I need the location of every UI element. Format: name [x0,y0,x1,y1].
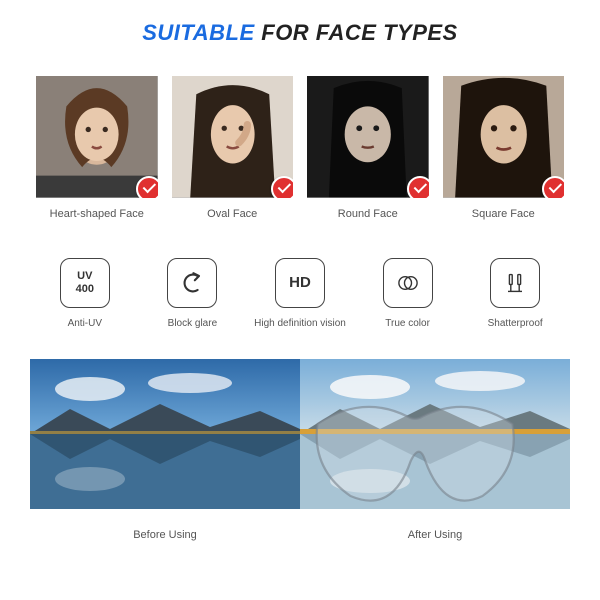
face-card-oval: Oval Face [172,76,294,220]
face-label: Oval Face [172,208,294,220]
shatterproof-icon [490,258,540,308]
comparison-labels: Before Using After Using [30,521,570,541]
before-panel [30,359,300,509]
face-label: Heart-shaped Face [36,208,158,220]
comparison-row [30,359,570,509]
block-glare-icon [167,258,217,308]
true-color-icon [383,258,433,308]
face-label: Square Face [443,208,565,220]
feature-label: Block glare [144,318,242,329]
feature-label: Shatterproof [466,318,564,329]
feature-block-glare: Block glare [144,258,242,329]
after-panel [300,359,570,509]
face-types-row: Heart-shaped Face Oval Face [30,76,570,220]
hd-icon: HD [275,258,325,308]
feature-anti-uv: UV400 Anti-UV [36,258,134,329]
portrait-round [307,76,429,198]
portrait-heart [36,76,158,198]
feature-hd: HD High definition vision [251,258,349,329]
before-label: Before Using [30,521,300,541]
feature-true-color: True color [359,258,457,329]
feature-shatterproof: Shatterproof [466,258,564,329]
feature-label: High definition vision [251,318,349,329]
after-label: After Using [300,521,570,541]
portrait-oval [172,76,294,198]
face-card-heart: Heart-shaped Face [36,76,158,220]
feature-label: Anti-UV [36,318,134,329]
feature-label: True color [359,318,457,329]
portrait-square [443,76,565,198]
face-card-round: Round Face [307,76,429,220]
face-card-square: Square Face [443,76,565,220]
page-title: SUITABLE FOR FACE TYPES [30,20,570,46]
title-accent: SUITABLE [142,20,254,45]
face-label: Round Face [307,208,429,220]
uv400-icon: UV400 [60,258,110,308]
title-rest: FOR FACE TYPES [261,20,457,45]
features-row: UV400 Anti-UV Block glare HD High defini… [30,258,570,329]
